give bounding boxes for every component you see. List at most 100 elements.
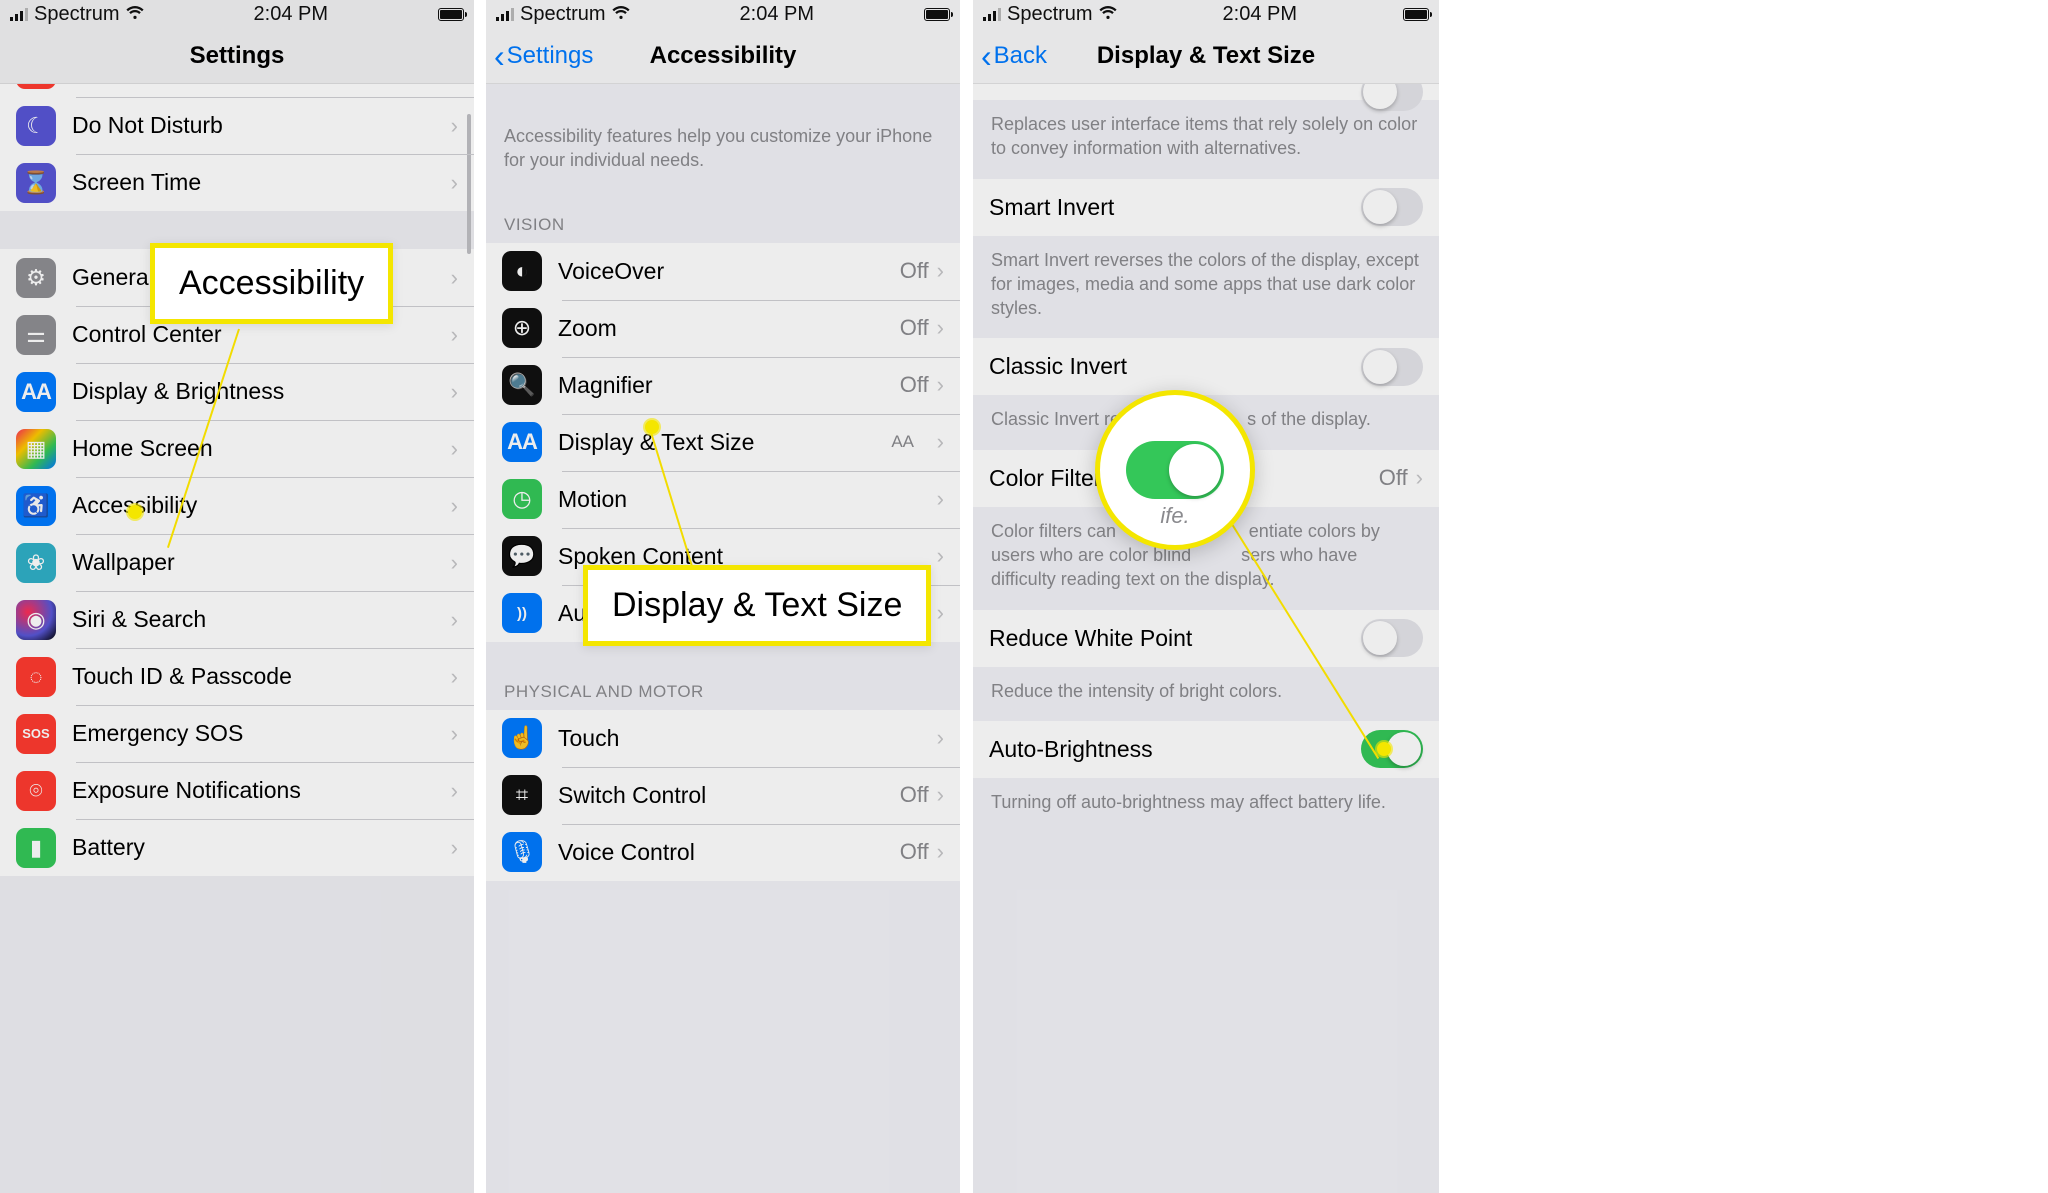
classic-invert-toggle[interactable]	[1361, 348, 1423, 386]
chevron-right-icon: ›	[937, 315, 944, 341]
row-label: Control Center	[72, 321, 451, 348]
virus-icon: ⌾	[16, 771, 56, 811]
chevron-right-icon: ›	[937, 258, 944, 284]
aa-icon: AA	[502, 422, 542, 462]
detail: Off	[1379, 465, 1408, 491]
list-item[interactable]: AADisplay & Text SizeAA›	[486, 414, 960, 471]
list-item[interactable]: ▦Home Screen›	[0, 420, 474, 477]
status-bar: Spectrum 2:04 PM	[973, 0, 1439, 28]
row-label: Display & Brightness	[72, 378, 451, 405]
list-item[interactable]: 🎙Voice ControlOff›	[486, 824, 960, 881]
chevron-right-icon: ›	[451, 778, 458, 804]
flower-icon: ❀	[16, 543, 56, 583]
row-label: Magnifier	[558, 372, 900, 399]
list-item[interactable]: ⊕ZoomOff›	[486, 300, 960, 357]
list-item[interactable]: AADisplay & Brightness›	[0, 363, 474, 420]
battery-icon	[438, 8, 464, 21]
clock: 2:04 PM	[254, 3, 328, 26]
list-item[interactable]: 🔍MagnifierOff›	[486, 357, 960, 414]
list-item[interactable]: ⌛Screen Time›	[0, 154, 474, 211]
back-label: Settings	[507, 42, 594, 70]
list-item[interactable]: 🔊Sounds & Haptics›	[0, 84, 474, 97]
aa-indicator: AA	[891, 432, 914, 452]
back-button[interactable]: ‹ Back	[981, 28, 1047, 83]
note-auto: Turning off auto-brightness may affect b…	[973, 778, 1439, 832]
list-item[interactable]: ⌗ Switch ControlOff ›	[486, 767, 960, 824]
label: Classic Invert	[989, 353, 1361, 380]
page-title: Accessibility	[650, 42, 797, 70]
list-item[interactable]: ❀Wallpaper›	[0, 534, 474, 591]
reduce-white-point-toggle[interactable]	[1361, 619, 1423, 657]
accessibility-icon: ♿	[16, 486, 56, 526]
page-title: Display & Text Size	[1097, 42, 1315, 70]
smart-invert-toggle[interactable]	[1361, 188, 1423, 226]
battery-icon: ▮	[16, 828, 56, 868]
row-detail: Off	[900, 782, 929, 808]
toggle-on-icon	[1126, 441, 1224, 499]
carrier: Spectrum	[34, 3, 120, 26]
row-auto-brightness[interactable]: Auto-Brightness	[973, 721, 1439, 778]
chevron-right-icon: ›	[937, 782, 944, 808]
clock: 2:04 PM	[1223, 3, 1297, 26]
magnifier-icon: 🔍	[502, 365, 542, 405]
switch-icon: ⌗	[502, 775, 542, 815]
row-reduce-white-point[interactable]: Reduce White Point	[973, 610, 1439, 667]
back-button[interactable]: ‹ Settings	[494, 28, 593, 83]
toggle[interactable]	[1361, 84, 1423, 111]
row-smart-invert[interactable]: Smart Invert	[973, 179, 1439, 236]
chevron-right-icon: ›	[451, 436, 458, 462]
chevron-right-icon: ›	[451, 113, 458, 139]
row-classic-invert[interactable]: Classic Invert	[973, 338, 1439, 395]
back-label: Back	[994, 42, 1047, 70]
touch-icon: ☝	[502, 718, 542, 758]
chevron-right-icon: ›	[451, 322, 458, 348]
callout-accessibility: Accessibility	[150, 243, 393, 324]
clock: 2:04 PM	[740, 3, 814, 26]
chevron-right-icon: ›	[451, 265, 458, 291]
list-item[interactable]: ☝Touch›	[486, 710, 960, 767]
signal-icon	[496, 8, 514, 21]
row-label: Display & Text Size	[558, 429, 937, 456]
list-item[interactable]: ◷Motion›	[486, 471, 960, 528]
row-label: Switch Control	[558, 782, 900, 809]
speech-icon: 💬	[502, 536, 542, 576]
section-header-vision: VISION	[486, 191, 960, 243]
zoom-icon: ⊕	[502, 308, 542, 348]
signal-icon	[983, 8, 1001, 21]
row-label: Screen Time	[72, 169, 451, 196]
sos-icon: SOS	[16, 714, 56, 754]
chevron-right-icon: ›	[451, 550, 458, 576]
screenshot-settings: Spectrum 2:04 PM Settings 🔊Sounds & Hapt…	[0, 0, 474, 1193]
chevron-left-icon: ‹	[494, 40, 505, 72]
wifi-icon	[126, 4, 144, 25]
fingerprint-icon: ◌	[16, 657, 56, 697]
note-smart: Smart Invert reverses the colors of the …	[973, 236, 1439, 339]
list-item[interactable]: ◉Siri & Search›	[0, 591, 474, 648]
row-detail: Off	[900, 839, 929, 865]
list-item[interactable]: ♿Accessibility›	[0, 477, 474, 534]
intro-note: Accessibility features help you customiz…	[486, 84, 960, 191]
auto-brightness-toggle[interactable]	[1361, 730, 1423, 768]
list-item[interactable]: ⌾Exposure Notifications›	[0, 762, 474, 819]
list-item[interactable]: ◌Touch ID & Passcode›	[0, 648, 474, 705]
sounds-icon: 🔊	[16, 84, 56, 89]
label: Auto-Brightness	[989, 736, 1361, 763]
chevron-right-icon: ›	[451, 835, 458, 861]
signal-icon	[10, 8, 28, 21]
hourglass-icon: ⌛	[16, 163, 56, 203]
list-item[interactable]: ◐VoiceOverOff›	[486, 243, 960, 300]
row-label: Home Screen	[72, 435, 451, 462]
callout-magnifier-toggle: ife.	[1095, 390, 1255, 550]
row-detail: Off	[900, 258, 929, 284]
list-item[interactable]: ☾Do Not Disturb›	[0, 97, 474, 154]
list-item[interactable]: SOSEmergency SOS›	[0, 705, 474, 762]
status-bar: Spectrum 2:04 PM	[486, 0, 960, 28]
battery-icon	[924, 8, 950, 21]
row-label: Zoom	[558, 315, 900, 342]
row-detail: Off	[900, 372, 929, 398]
list-item[interactable]: ▮Battery›	[0, 819, 474, 876]
chevron-right-icon: ›	[937, 600, 944, 626]
carrier: Spectrum	[1007, 3, 1093, 26]
row-label: Voice Control	[558, 839, 900, 866]
battery-icon	[1403, 8, 1429, 21]
